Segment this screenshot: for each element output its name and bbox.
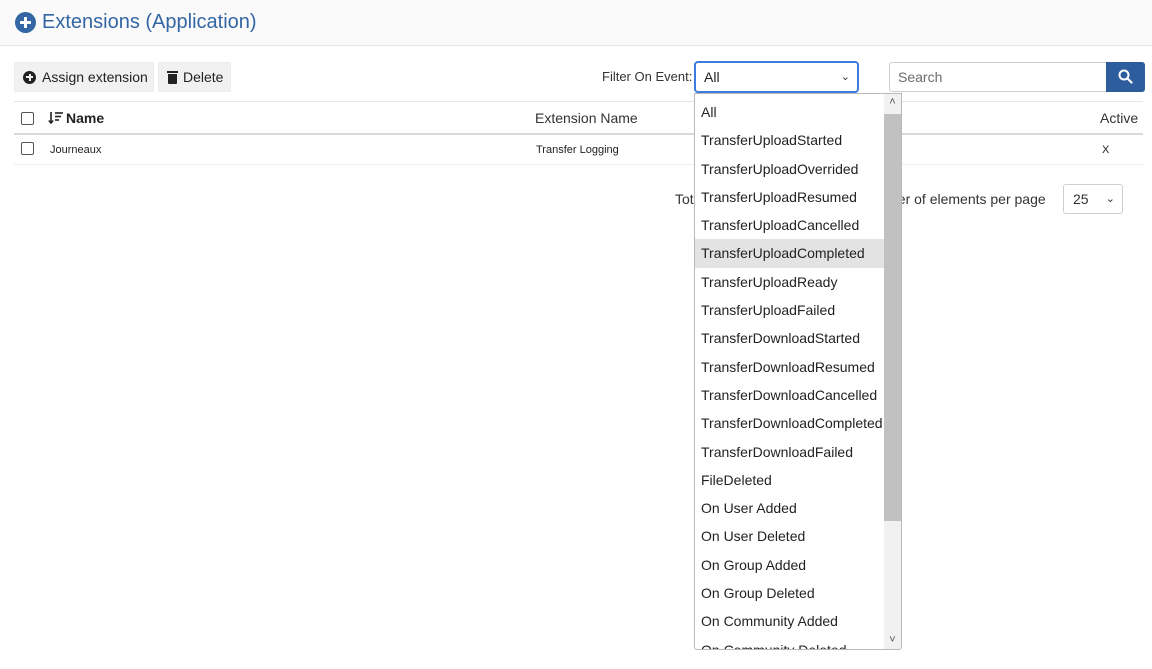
column-header-active[interactable]: Active [1100, 110, 1138, 126]
dropdown-scrollbar[interactable]: ˄ ˅ [884, 94, 901, 649]
row-extension-name: Transfer Logging [536, 144, 619, 156]
sort-icon[interactable] [48, 110, 64, 126]
dropdown-option[interactable]: TransferUploadOverrided [695, 155, 884, 183]
filter-event-value: All [704, 69, 720, 85]
dropdown-option[interactable]: TransferDownloadStarted [695, 324, 884, 352]
page-title: Extensions (Application) [42, 11, 257, 33]
scroll-down-icon[interactable]: ˅ [884, 632, 901, 649]
dropdown-option[interactable]: On Community Deleted [695, 636, 884, 649]
pager-per-page-label: ber of elements per page [890, 191, 1046, 207]
dropdown-option[interactable]: TransferUploadCancelled [695, 211, 884, 239]
dropdown-option[interactable]: On User Added [695, 494, 884, 522]
column-header-extension-name[interactable]: Extension Name [535, 110, 638, 126]
search-button[interactable] [1106, 62, 1145, 92]
scroll-up-icon[interactable]: ˄ [884, 94, 901, 111]
plus-circle-icon [23, 70, 36, 84]
assign-extension-button[interactable]: Assign extension [14, 62, 154, 92]
filter-event-dropdown[interactable]: All TransferUploadStarted TransferUploadOv… [694, 93, 902, 650]
search-icon [1118, 69, 1133, 84]
chevron-down-icon: ⌄ [1105, 193, 1115, 205]
divider [14, 101, 1143, 102]
table-header-divider [14, 133, 1143, 135]
pager-total: Tot [675, 191, 694, 207]
dropdown-option[interactable]: TransferUploadReady [695, 268, 884, 296]
row-checkbox[interactable] [21, 142, 34, 155]
row-active: X [1102, 144, 1110, 156]
filter-event-label: Filter On Event: [602, 69, 693, 84]
dropdown-option[interactable]: On Community Added [695, 607, 884, 635]
assign-extension-label: Assign extension [42, 69, 148, 85]
dropdown-option[interactable]: On User Deleted [695, 522, 884, 550]
page-size-select[interactable]: 25 ⌄ [1063, 184, 1123, 214]
dropdown-option[interactable]: All [695, 98, 884, 126]
dropdown-options: All TransferUploadStarted TransferUploadOv… [695, 98, 884, 649]
plus-circle-icon [15, 12, 36, 33]
select-all-checkbox[interactable] [21, 112, 34, 125]
column-header-name[interactable]: Name [66, 110, 104, 126]
trash-icon [167, 70, 178, 84]
dropdown-option[interactable]: On Group Added [695, 551, 884, 579]
dropdown-option[interactable]: TransferUploadStarted [695, 126, 884, 154]
delete-button[interactable]: Delete [158, 62, 231, 92]
page-header: Extensions (Application) [0, 0, 1152, 46]
dropdown-option[interactable]: TransferUploadResumed [695, 183, 884, 211]
dropdown-option[interactable]: TransferUploadCompleted [695, 239, 884, 268]
page-size-value: 25 [1073, 191, 1089, 207]
delete-label: Delete [183, 69, 224, 85]
chevron-down-icon: ⌄ [840, 71, 850, 83]
dropdown-option[interactable]: TransferUploadFailed [695, 296, 884, 324]
scrollbar-thumb[interactable] [884, 114, 901, 521]
dropdown-option[interactable]: TransferDownloadFailed [695, 438, 884, 466]
filter-event-select[interactable]: All ⌄ [694, 61, 859, 93]
dropdown-option[interactable]: TransferDownloadCancelled [695, 381, 884, 409]
dropdown-option[interactable]: TransferDownloadResumed [695, 353, 884, 381]
row-name: Journeaux [50, 144, 102, 156]
search-input[interactable] [889, 62, 1107, 92]
dropdown-option[interactable]: FileDeleted [695, 466, 884, 494]
dropdown-option[interactable]: TransferDownloadCompleted [695, 409, 884, 437]
dropdown-option[interactable]: On Group Deleted [695, 579, 884, 607]
row-divider [14, 164, 1143, 165]
